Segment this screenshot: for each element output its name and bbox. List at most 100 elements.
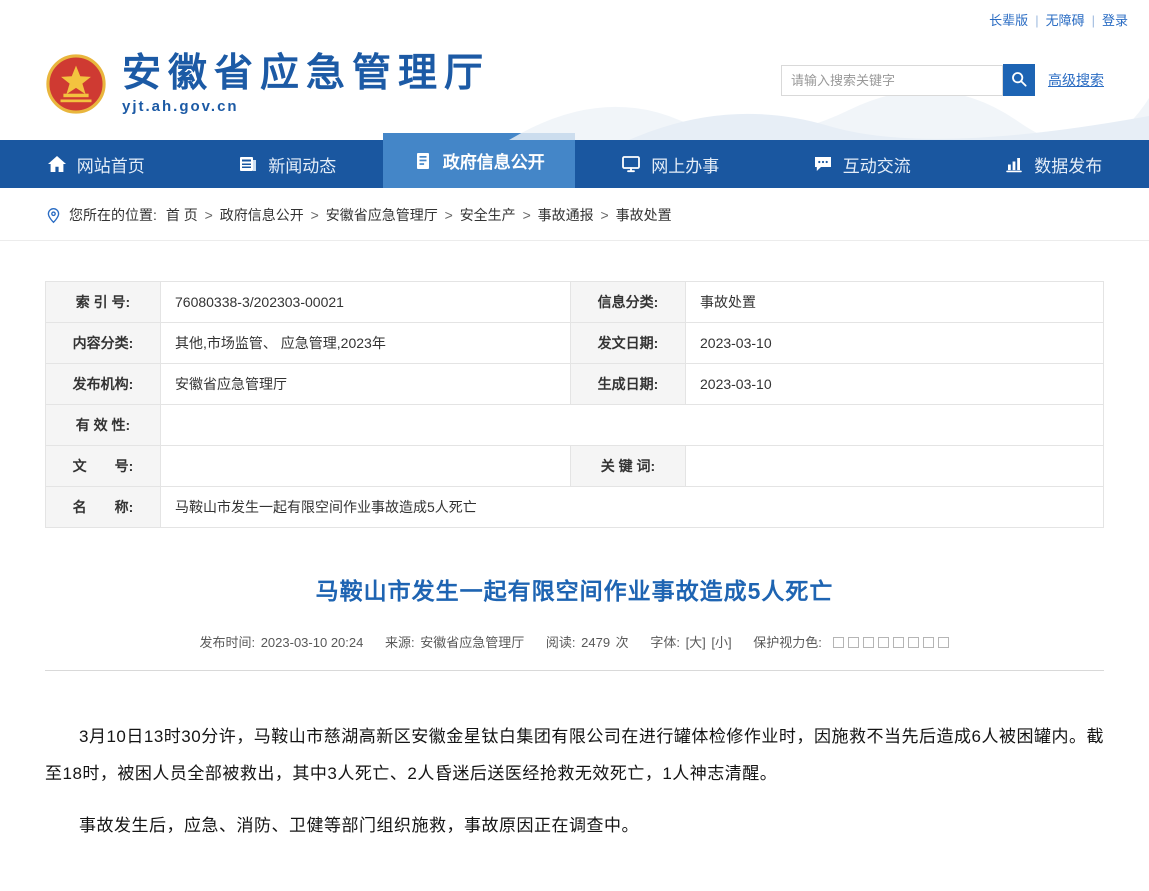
font-size-label: 字体: [650,635,680,650]
nav-item-news[interactable]: 新闻动态 [192,140,384,188]
nav-item-label: 互动交流 [843,152,911,177]
field-value: 2023-03-10 [686,364,1104,405]
chat-icon [813,154,833,174]
field-label: 名 称: [46,487,161,528]
national-emblem-logo [45,53,107,115]
accessibility-link[interactable]: 无障碍 [1046,13,1085,28]
nav-item-interaction[interactable]: 互动交流 [766,140,958,188]
article-meta: 发布时间: 2023-03-10 20:24 来源: 安徽省应急管理厅 阅读: … [45,632,1104,651]
table-row: 内容分类: 其他,市场监管、 应急管理,2023年 发文日期: 2023-03-… [46,323,1104,364]
search-button[interactable] [1003,64,1035,96]
vision-color-swatch[interactable] [878,637,889,648]
nav-item-gov-info-disclosure[interactable]: 政府信息公开 [383,133,575,188]
field-label: 信息分类: [571,282,686,323]
table-row: 文 号: 关 键 词: [46,446,1104,487]
advanced-search-link[interactable]: 高级搜索 [1048,70,1104,90]
publish-time-label: 发布时间: [199,635,255,650]
meta-divider [45,670,1104,671]
field-label: 索 引 号: [46,282,161,323]
chart-icon [1004,154,1024,174]
field-label: 内容分类: [46,323,161,364]
nav-item-home[interactable]: 网站首页 [0,140,192,188]
field-value [161,405,1104,446]
field-label: 关 键 词: [571,446,686,487]
field-label: 有 效 性: [46,405,161,446]
login-link[interactable]: 登录 [1102,13,1128,28]
site-header: 安徽省应急管理厅 yjt.ah.gov.cn 高级搜索 [0,28,1149,140]
table-row: 发布机构: 安徽省应急管理厅 生成日期: 2023-03-10 [46,364,1104,405]
home-icon [47,154,67,174]
source-label: 来源: [385,635,415,650]
article-body: 3月10日13时30分许，马鞍山市慈湖高新区安徽金星钛白集团有限公司在进行罐体检… [45,719,1104,845]
vision-color-swatch[interactable] [893,637,904,648]
vision-color-swatch[interactable] [908,637,919,648]
breadcrumb-link[interactable]: 安全生产 [460,207,516,223]
breadcrumb-prefix: 您所在的位置: [69,205,157,225]
breadcrumb-link[interactable]: 安徽省应急管理厅 [326,207,438,223]
vision-color-swatch[interactable] [848,637,859,648]
news-icon [238,154,258,174]
field-value: 2023-03-10 [686,323,1104,364]
breadcrumb-link[interactable]: 事故通报 [538,207,594,223]
elder-version-link[interactable]: 长辈版 [989,13,1028,28]
source: 安徽省应急管理厅 [420,635,524,650]
main-content: 索 引 号: 76080338-3/202303-00021 信息分类: 事故处… [45,281,1104,891]
topbar: 长辈版 | 无障碍 | 登录 [0,0,1149,28]
topbar-separator: | [1092,13,1095,28]
article-paragraph: 3月10日13时30分许，马鞍山市慈湖高新区安徽金星钛白集团有限公司在进行罐体检… [45,719,1104,792]
views-unit: 次 [616,635,629,650]
field-label: 生成日期: [571,364,686,405]
brand-text: 安徽省应急管理厅 yjt.ah.gov.cn [122,53,490,116]
breadcrumb-link[interactable]: 首 页 [166,207,198,223]
field-label: 文 号: [46,446,161,487]
table-row: 有 效 性: [46,405,1104,446]
views-count: 2479 [581,635,610,650]
field-label: 发文日期: [571,323,686,364]
nav-item-label: 政府信息公开 [443,148,545,173]
monitor-icon [621,154,641,174]
breadcrumb-link[interactable]: 事故处置 [616,207,672,223]
search-icon [1010,70,1028,91]
breadcrumb-separator: > [601,207,609,223]
nav-item-online-services[interactable]: 网上办事 [575,140,767,188]
document-icon [413,151,433,171]
nav-item-label: 网上办事 [651,152,719,177]
site-url: yjt.ah.gov.cn [122,98,490,115]
breadcrumb-separator: > [523,207,531,223]
page-title: 马鞍山市发生一起有限空间作业事故造成5人死亡 [45,572,1104,606]
vision-color-swatches [831,635,951,650]
field-label: 发布机构: [46,364,161,405]
vision-color-label: 保护视力色: [753,635,822,650]
font-size-large-button[interactable]: [大] [686,635,706,650]
page: 长辈版 | 无障碍 | 登录 安徽省应急管理厅 yjt.ah.gov.cn [0,0,1149,891]
field-value: 事故处置 [686,282,1104,323]
field-value: 76080338-3/202303-00021 [161,282,571,323]
font-size-small-button[interactable]: [小] [711,635,731,650]
table-row: 名 称: 马鞍山市发生一起有限空间作业事故造成5人死亡 [46,487,1104,528]
site-title: 安徽省应急管理厅 [122,53,490,96]
nav-item-data-release[interactable]: 数据发布 [958,140,1149,188]
nav-item-label: 数据发布 [1034,152,1102,177]
breadcrumb: 您所在的位置: 首 页 > 政府信息公开 > 安徽省应急管理厅 > 安全生产 >… [0,188,1149,241]
vision-color-swatch[interactable] [923,637,934,648]
field-value: 安徽省应急管理厅 [161,364,571,405]
breadcrumb-trail: 首 页 > 政府信息公开 > 安徽省应急管理厅 > 安全生产 > 事故通报 > … [164,205,674,225]
field-value [161,446,571,487]
table-row: 索 引 号: 76080338-3/202303-00021 信息分类: 事故处… [46,282,1104,323]
topbar-separator: | [1035,13,1038,28]
breadcrumb-link[interactable]: 政府信息公开 [220,207,304,223]
site-brand: 安徽省应急管理厅 yjt.ah.gov.cn [45,53,490,116]
nav-item-label: 新闻动态 [268,152,336,177]
field-value [686,446,1104,487]
search-input[interactable] [781,65,1003,96]
document-metadata-table: 索 引 号: 76080338-3/202303-00021 信息分类: 事故处… [45,281,1104,528]
vision-color-swatch[interactable] [863,637,874,648]
views-label: 阅读: [546,635,576,650]
field-value: 其他,市场监管、 应急管理,2023年 [161,323,571,364]
vision-color-swatch[interactable] [938,637,949,648]
vision-color-swatch[interactable] [833,637,844,648]
breadcrumb-separator: > [205,207,213,223]
location-pin-icon [45,207,62,224]
breadcrumb-separator: > [445,207,453,223]
nav-item-label: 网站首页 [77,152,145,177]
